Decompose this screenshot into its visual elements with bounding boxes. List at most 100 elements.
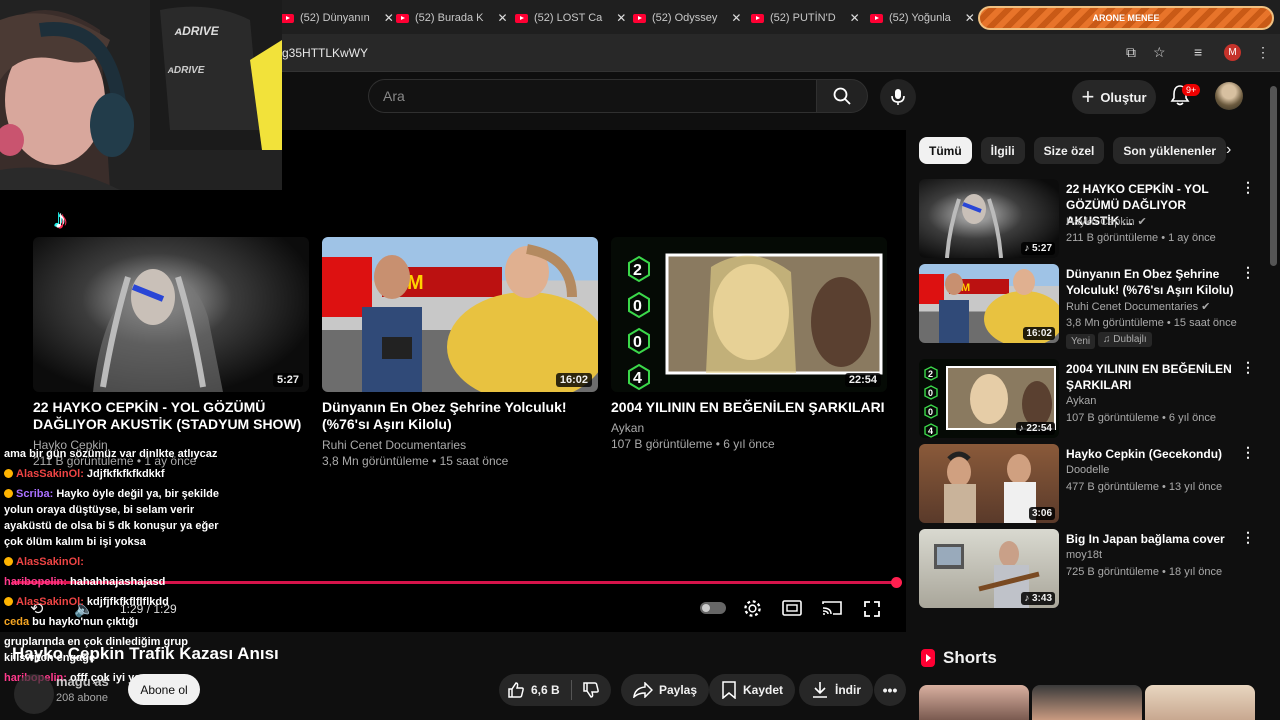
chip-recent[interactable]: Son yüklenenler — [1113, 137, 1227, 164]
scrubber-handle[interactable] — [891, 577, 902, 588]
badge-icon — [4, 469, 13, 478]
end-card[interactable]: 5:27 22 HAYKO CEPKİN - YOL GÖZÜMÜ DAĞLIY… — [33, 237, 309, 469]
chat-message: AlasSakinOl: Jdjfkfkfkfkdkkf — [4, 466, 219, 482]
chat-message: AlasSakinOl: — [4, 554, 219, 570]
badge-icon — [4, 597, 13, 606]
more-options-icon[interactable]: ⋮ — [1241, 179, 1255, 196]
browser-tab[interactable]: (52) Yoğunla ✕ — [870, 6, 975, 30]
recommendation-thumbnail[interactable]: ♪ 3:43 — [919, 529, 1059, 608]
browser-tab[interactable]: (52) Burada K ✕ — [396, 6, 508, 30]
end-card-thumbnail[interactable]: M 16:02 — [322, 237, 598, 392]
recommendation-channel[interactable]: Ruhi Cenet Documentaries ✔ — [1066, 300, 1210, 313]
recommendation-thumbnail[interactable]: M 16:02 — [919, 264, 1059, 343]
end-card[interactable]: M 16:02 Dünyanın En Obez Şehrine Yolculu… — [322, 237, 598, 469]
short-thumbnail[interactable] — [1145, 685, 1255, 720]
close-icon[interactable]: ✕ — [497, 11, 507, 25]
chip-related[interactable]: İlgili — [980, 137, 1025, 164]
recommendation-thumbnail[interactable]: ♪ 5:27 — [919, 179, 1059, 258]
channel-name[interactable]: magu as — [56, 674, 109, 689]
chat-username: ceda — [4, 616, 30, 628]
recommendation-item[interactable]: 3:06 Hayko Cepkin (Gecekondu) Doodelle 4… — [919, 444, 1259, 524]
close-icon[interactable]: ✕ — [965, 11, 975, 25]
scrollbar[interactable] — [1270, 86, 1277, 266]
recommendation-title[interactable]: Big In Japan bağlama cover — [1066, 531, 1238, 547]
chip-for-you[interactable]: Size özel — [1033, 137, 1105, 164]
browser-tab[interactable]: (52) LOST Ca ✕ — [515, 6, 626, 30]
end-card[interactable]: 2004 22:54 2004 YILININ EN BEĞENİLEN ŞAR… — [611, 237, 887, 452]
end-card-channel: Aykan — [611, 421, 645, 435]
recommendation-meta: 3,8 Mn görüntüleme • 15 saat önce — [1066, 317, 1237, 329]
end-card-channel: Ruhi Cenet Documentaries — [322, 438, 467, 452]
recommendation-channel[interactable]: moy18t — [1066, 549, 1102, 561]
end-card-thumbnail[interactable]: 2004 22:54 — [611, 237, 887, 392]
webcam-overlay: ᴀDRIVE ᴀDRIVE — [0, 0, 282, 190]
close-icon[interactable]: ✕ — [384, 11, 394, 25]
duration-badge: 3:06 — [1028, 507, 1055, 520]
close-icon[interactable]: ✕ — [731, 11, 741, 25]
playlist-icon[interactable]: ≡ — [1194, 44, 1202, 60]
recommendation-title[interactable]: Dünyanın En Obez Şehrine Yolculuk! (%76'… — [1066, 266, 1238, 298]
short-thumbnail[interactable] — [1032, 685, 1142, 720]
search-input[interactable]: Ara — [368, 79, 816, 113]
recommendation-thumbnail[interactable]: 2 0 0 4 ♪ 22:54 — [919, 359, 1059, 438]
voice-search-button[interactable] — [880, 79, 916, 115]
more-actions-icon[interactable]: ••• — [874, 674, 906, 706]
more-options-icon[interactable]: ⋮ — [1241, 444, 1255, 461]
chat-text: Jdjfkfkfkfkdkkf — [86, 468, 165, 480]
share-button[interactable]: Paylaş — [621, 674, 710, 706]
browser-tab[interactable]: (52) PUTİN'D ✕ — [751, 6, 860, 30]
recommendation-title[interactable]: Hayko Cepkin (Gecekondu) — [1066, 446, 1238, 462]
recommendation-title[interactable]: 2004 YILININ EN BEĞENİLEN ŞARKILARI — [1066, 361, 1238, 393]
recommendation-channel[interactable]: Aykan — [1066, 395, 1096, 407]
channel-avatar[interactable] — [14, 674, 54, 714]
thumbs-down-icon[interactable] — [582, 681, 600, 699]
url-text[interactable]: g35HTTLKwWY — [282, 46, 368, 60]
download-button[interactable]: İndir — [799, 674, 873, 706]
chip-all[interactable]: Tümü — [919, 137, 972, 164]
search-button[interactable] — [816, 79, 868, 113]
kebab-menu-icon[interactable]: ⋮ — [1256, 44, 1270, 61]
fullscreen-icon[interactable] — [863, 600, 881, 618]
recommendation-thumbnail[interactable]: 3:06 — [919, 444, 1059, 523]
save-button[interactable]: Kaydet — [709, 674, 796, 706]
recommendation-item[interactable]: M 16:02 Dünyanın En Obez Şehrine Yolculu… — [919, 264, 1259, 349]
end-card-title[interactable]: 22 HAYKO CEPKİN - YOL GÖZÜMÜ DAĞLIYOR AK… — [33, 399, 309, 433]
close-icon[interactable]: ✕ — [616, 11, 626, 25]
theater-mode-icon[interactable] — [782, 600, 802, 616]
chevron-right-icon[interactable]: › — [1226, 141, 1231, 159]
like-button[interactable]: 6,6 B — [507, 681, 560, 699]
more-options-icon[interactable]: ⋮ — [1241, 264, 1255, 281]
install-icon[interactable]: ⧉ — [1126, 44, 1136, 61]
settings-gear-icon[interactable] — [743, 599, 762, 618]
recommendation-channel[interactable]: Hayko Cepkin ✔ — [1066, 215, 1147, 228]
youtube-icon — [633, 13, 646, 23]
close-icon[interactable]: ✕ — [850, 11, 860, 25]
autoplay-toggle[interactable] — [700, 602, 726, 614]
share-icon — [633, 682, 653, 698]
create-button[interactable]: + Oluştur — [1072, 80, 1156, 114]
short-thumbnail[interactable] — [919, 685, 1029, 720]
streamer-webcam: ᴀDRIVE ᴀDRIVE — [0, 0, 282, 190]
recommendation-item[interactable]: ♪ 5:27 22 HAYKO CEPKİN - YOL GÖZÜMÜ DAĞL… — [919, 179, 1259, 259]
end-card-title[interactable]: Dünyanın En Obez Şehrine Yolculuk! (%76'… — [322, 399, 598, 433]
end-card-thumbnail[interactable]: 5:27 — [33, 237, 309, 392]
account-avatar[interactable] — [1215, 82, 1243, 110]
recommendation-channel[interactable]: Doodelle — [1066, 464, 1109, 476]
browser-tab[interactable]: (52) Odyssey ✕ — [633, 6, 741, 30]
chat-message: Scriba: Hayko öyle değil ya, bir şekilde… — [4, 486, 219, 550]
recommendation-item[interactable]: 2 0 0 4 ♪ 22:54 2004 YILININ EN BEĞENİLEN Ş… — [919, 359, 1259, 439]
verified-icon: ✔ — [1137, 216, 1147, 228]
thumbnail-art: M — [322, 244, 598, 392]
recommendation-item[interactable]: ♪ 3:43 Big In Japan bağlama cover moy18t… — [919, 529, 1259, 609]
bookmark-star-icon[interactable]: ☆ — [1153, 44, 1166, 61]
chat-text: kdjfjfkfkflflflkdd — [86, 596, 169, 608]
subscribe-button[interactable]: Abone ol — [128, 674, 200, 705]
cast-icon[interactable] — [822, 600, 842, 616]
browser-tab[interactable]: (52) Dünyanın ✕ — [281, 6, 394, 30]
profile-avatar[interactable]: M — [1224, 44, 1241, 61]
more-options-icon[interactable]: ⋮ — [1241, 529, 1255, 546]
end-card-title[interactable]: 2004 YILININ EN BEĞENİLEN ŞARKILARI — [611, 399, 887, 416]
active-tab[interactable]: ARONE MENEE — [978, 6, 1274, 30]
video-title: Hayko Cepkin Trafik Kazası Anısı — [12, 644, 279, 663]
more-options-icon[interactable]: ⋮ — [1241, 359, 1255, 376]
